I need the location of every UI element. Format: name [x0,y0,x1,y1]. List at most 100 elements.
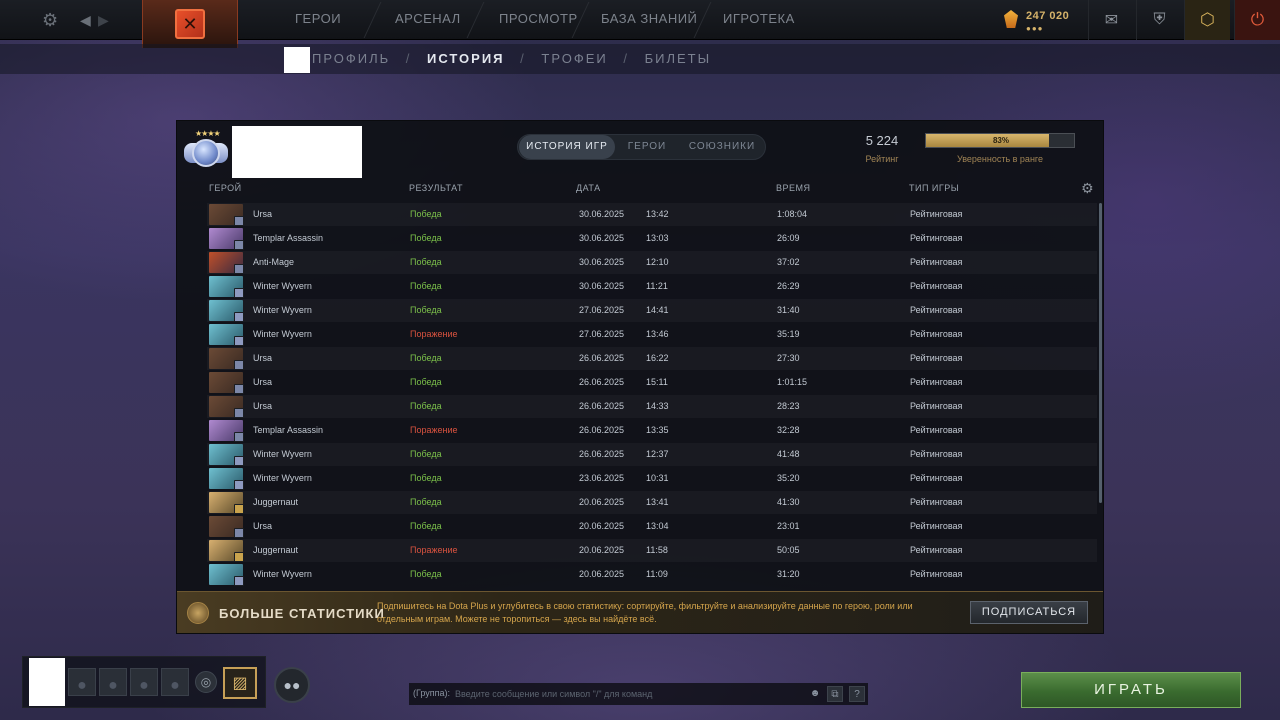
column-duration[interactable]: ВРЕМЯ [776,183,811,193]
match-list-scrollbar[interactable] [1099,203,1102,503]
match-row[interactable]: Winter Wyvern Победа 27.06.2025 14:41 31:40 Р… [207,299,1097,322]
game-type: Рейтинговая [910,449,963,459]
match-result: Победа [410,353,442,363]
match-row[interactable]: Winter Wyvern Победа 20.06.2025 11:09 31:20 Р… [207,563,1097,586]
exit-button[interactable]: ⏻ [1234,0,1280,40]
nav-watch[interactable]: ПРОСМОТР [499,11,578,26]
guild-banner-icon[interactable]: ▨ [223,667,257,699]
shards-counter[interactable]: 247 020 ●●● [1004,8,1084,34]
match-row[interactable]: Winter Wyvern Победа 30.06.2025 11:21 26:29 Р… [207,275,1097,298]
chat-bar: (Группа): ☻ ⧉ ? [409,683,868,705]
match-row[interactable]: Ursa Победа 26.06.2025 15:11 1:01:15 Рейтинго… [207,371,1097,394]
subnav-tickets[interactable]: БИЛЕТЫ [645,51,712,66]
chat-channel-label[interactable]: (Группа): [413,688,450,698]
column-date[interactable]: ДАТА [576,183,601,193]
profile-avatar[interactable] [284,47,310,73]
back-arrow-icon[interactable]: ◀ [80,9,91,31]
match-row[interactable]: Juggernaut Победа 20.06.2025 13:41 41:30 Рейт… [207,491,1097,514]
column-result[interactable]: РЕЗУЛЬТАТ [409,183,463,193]
role-badge-icon [234,288,244,298]
nav-arcade[interactable]: ИГРОТЕКА [723,11,795,26]
match-result: Победа [410,305,442,315]
match-start-time: 12:37 [646,449,669,459]
forward-arrow-icon[interactable]: ▶ [98,9,109,31]
match-row[interactable]: Ursa Победа 30.06.2025 13:42 1:08:04 Рейтинго… [207,203,1097,226]
match-row[interactable]: Templar Assassin Поражение 26.06.2025 13:35… [207,419,1097,442]
hero-name: Winter Wyvern [253,281,312,291]
match-row[interactable]: Winter Wyvern Победа 26.06.2025 12:37 41:48 Р… [207,443,1097,466]
party-self-avatar[interactable] [29,658,65,706]
party-slot-empty[interactable]: ● [68,668,96,696]
subnav-profile[interactable]: ПРОФИЛЬ [312,51,390,66]
match-duration: 23:01 [777,521,800,531]
match-row[interactable]: Ursa Победа 20.06.2025 13:04 23:01 Рейтингова… [207,515,1097,538]
medal-disc [192,139,220,167]
table-settings-gear-icon[interactable]: ⚙ [1081,180,1094,197]
nav-armory[interactable]: АРСЕНАЛ [395,11,461,26]
column-hero[interactable]: ГЕРОЙ [209,183,242,193]
chat-wheel-icon[interactable]: ⧉ [827,686,843,702]
armor-icon: ⛨ [1153,11,1166,28]
match-result: Победа [410,473,442,483]
rating-value: 5 224 [865,133,899,148]
dota-plus-button[interactable]: ⬡ [1184,0,1230,40]
subnav-separator: / [405,51,412,66]
friends-button[interactable]: ●● [274,667,310,703]
party-slot-empty[interactable]: ● [130,668,158,696]
match-row[interactable]: Juggernaut Поражение 20.06.2025 11:58 50:05 Р… [207,539,1097,562]
mail-button[interactable]: ✉ [1088,0,1134,40]
nav-learn[interactable]: БАЗА ЗНАНИЙ [601,11,697,26]
match-duration: 41:30 [777,497,800,507]
match-start-time: 12:10 [646,257,669,267]
settings-gear-icon[interactable]: ⚙ [42,9,58,31]
headset-icon[interactable]: ◎ [195,671,217,693]
match-start-time: 13:46 [646,329,669,339]
help-icon[interactable]: ? [849,686,865,702]
match-duration: 26:29 [777,281,800,291]
dota-logo-button[interactable]: ✕ [142,0,238,48]
role-badge-icon [234,264,244,274]
match-start-time: 11:58 [646,545,668,555]
match-row[interactable]: Ursa Победа 26.06.2025 16:22 27:30 Рейтингова… [207,347,1097,370]
hero-name: Ursa [253,401,273,411]
play-button[interactable]: ИГРАТЬ [1021,672,1241,708]
nav-heroes[interactable]: ГЕРОИ [295,11,341,26]
nav-divider [363,2,382,38]
column-game-type[interactable]: ТИП ИГРЫ [909,183,959,193]
match-result: Победа [410,401,442,411]
tab-heroes[interactable]: ГЕРОИ [618,135,676,159]
inventory-button[interactable]: ⛨ [1136,0,1182,40]
match-date: 20.06.2025 [579,545,625,555]
match-date: 26.06.2025 [579,401,625,411]
game-type: Рейтинговая [910,305,963,315]
match-duration: 35:20 [777,473,800,483]
subscribe-button[interactable]: ПОДПИСАТЬСЯ [970,601,1088,624]
party-slot-empty[interactable]: ● [99,668,127,696]
match-start-time: 10:31 [646,473,669,483]
match-row[interactable]: Winter Wyvern Поражение 27.06.2025 13:46 35:… [207,323,1097,346]
match-date: 26.06.2025 [579,449,625,459]
subnav-history[interactable]: ИСТОРИЯ [427,51,505,66]
match-result: Победа [410,233,442,243]
match-result: Победа [410,377,442,387]
match-row[interactable]: Winter Wyvern Победа 23.06.2025 10:31 35:20 Р… [207,467,1097,490]
match-row[interactable]: Templar Assassin Победа 30.06.2025 13:03 26:… [207,227,1097,250]
role-badge-icon [234,408,244,418]
rank-medal-icon[interactable]: ★★★★ [183,127,229,171]
panel-header: ★★★★ ИСТОРИЯ ИГР ГЕРОИ СОЮЗНИКИ 5 224 Ре… [177,121,1103,178]
game-type: Рейтинговая [910,209,963,219]
match-row[interactable]: Ursa Победа 26.06.2025 14:33 28:23 Рейтингова… [207,395,1097,418]
table-header: ГЕРОЙ РЕЗУЛЬТАТ ДАТА ВРЕМЯ ТИП ИГРЫ ⚙ [177,179,1103,199]
subnav-trophies[interactable]: ТРОФЕИ [541,51,607,66]
chat-input[interactable] [455,686,795,702]
emoji-icon[interactable]: ☻ [807,686,823,702]
tab-allies[interactable]: СОЮЗНИКИ [680,135,764,159]
match-result: Победа [410,257,442,267]
shard-gem-icon [1004,10,1018,28]
match-date: 30.06.2025 [579,209,625,219]
party-slot-empty[interactable]: ● [161,668,189,696]
tab-match-history[interactable]: ИСТОРИЯ ИГР [519,135,615,159]
match-row[interactable]: Anti-Mage Победа 30.06.2025 12:10 37:02 Рейти… [207,251,1097,274]
game-type: Рейтинговая [910,521,963,531]
plus-banner-title: БОЛЬШЕ СТАТИСТИКИ [219,606,385,621]
